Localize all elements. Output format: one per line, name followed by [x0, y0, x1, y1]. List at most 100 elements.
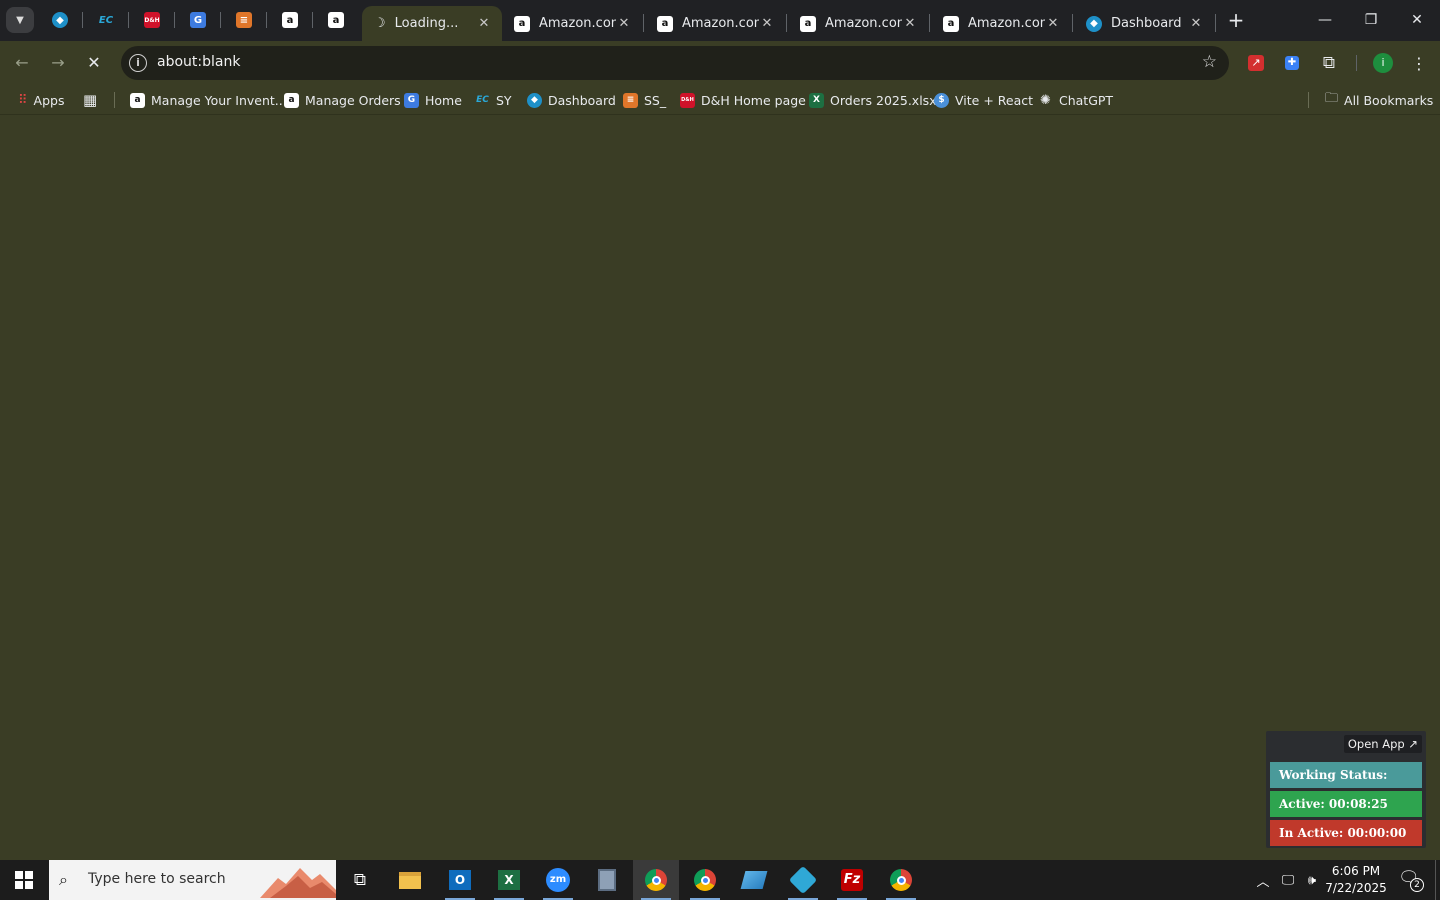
- pinned-tab-amazon[interactable]: a: [278, 8, 302, 32]
- close-icon[interactable]: ✕: [1045, 16, 1061, 31]
- zoom-button[interactable]: zm: [535, 860, 581, 900]
- excel-favicon: X: [809, 92, 824, 108]
- loading-spinner-icon: ☽: [374, 16, 386, 31]
- close-icon[interactable]: ✕: [476, 16, 492, 31]
- bookmark-dh-home[interactable]: D&H D&H Home page: [680, 91, 806, 109]
- chrome-button[interactable]: [633, 860, 679, 900]
- minimize-button[interactable]: —: [1310, 8, 1340, 32]
- taskbar-search-box[interactable]: ⌕ Type here to search: [49, 860, 336, 900]
- maps-button[interactable]: [731, 860, 777, 900]
- profile-avatar[interactable]: i: [1373, 53, 1393, 73]
- pinned-tab-google[interactable]: G: [186, 8, 210, 32]
- excel-button[interactable]: X: [486, 860, 532, 900]
- calculator-button[interactable]: [584, 860, 630, 900]
- outlook-button[interactable]: O: [437, 860, 483, 900]
- google-docs-favicon: G: [190, 12, 206, 28]
- dashboard-favicon: ◆: [527, 92, 542, 108]
- filezilla-button[interactable]: Fz: [829, 860, 875, 900]
- tab-amazon[interactable]: a Amazon.com ✕: [788, 6, 928, 41]
- tab-amazon[interactable]: a Amazon.com ✕: [645, 6, 785, 41]
- task-view-button[interactable]: ⧉: [337, 860, 383, 900]
- url-text[interactable]: about:blank: [157, 54, 240, 70]
- tab-amazon[interactable]: a Amazon.com ✕: [931, 6, 1071, 41]
- bookmark-manage-orders[interactable]: a Manage Orders: [284, 91, 401, 109]
- close-icon[interactable]: ✕: [759, 16, 775, 31]
- stack-favicon: ≡: [623, 92, 638, 108]
- tab-separator: [312, 12, 313, 28]
- chrome-second-button[interactable]: [682, 860, 728, 900]
- extension-arrow-icon[interactable]: ↗: [1246, 53, 1266, 73]
- bookmark-home[interactable]: G Home: [404, 91, 462, 109]
- pinned-tab-ec[interactable]: EC: [94, 8, 118, 32]
- pinned-tab-dh[interactable]: D&H: [140, 8, 164, 32]
- bookmark-tab-groups[interactable]: ▦: [83, 91, 97, 109]
- forward-button[interactable]: →: [46, 51, 70, 75]
- pinned-tab-amazon[interactable]: a: [324, 8, 348, 32]
- menu-icon[interactable]: ⋮: [1409, 53, 1429, 73]
- filezilla-icon: Fz: [841, 869, 863, 891]
- bookmark-star-icon[interactable]: ☆: [1202, 52, 1217, 72]
- close-window-button[interactable]: ✕: [1402, 8, 1432, 32]
- bookmark-apps[interactable]: ⠿ Apps: [18, 91, 64, 109]
- windows-taskbar: ⌕ Type here to search ⧉ O X zm Fz ︿ 🖵 🕪 …: [0, 860, 1440, 900]
- bookmarks-bar: ⠿ Apps ▦ a Manage Your Invent... a Manag…: [0, 85, 1440, 115]
- bookmark-all-bookmarks[interactable]: 🗀 All Bookmarks: [1325, 91, 1433, 109]
- tab-title: Amazon.com: [968, 16, 1045, 31]
- tab-loading[interactable]: ☽ Loading... ✕: [362, 6, 502, 41]
- clock-date: 7/22/2025: [1325, 881, 1387, 895]
- taskbar-clock[interactable]: 6:06 PM 7/22/2025: [1325, 863, 1387, 897]
- amazon-favicon: a: [130, 92, 145, 108]
- address-bar[interactable]: i about:blank ☆: [121, 46, 1229, 80]
- page-content-area[interactable]: [0, 116, 1440, 860]
- tab-amazon[interactable]: a Amazon.com ✕: [502, 6, 642, 41]
- pinned-tab-stack[interactable]: ≡: [232, 8, 256, 32]
- bookmark-sy[interactable]: EC SY: [475, 91, 512, 109]
- bookmark-label: Apps: [33, 92, 65, 108]
- vscode-button[interactable]: [780, 860, 826, 900]
- amazon-favicon: a: [800, 15, 816, 32]
- restore-button[interactable]: ❐: [1356, 8, 1386, 32]
- bookmark-manage-inventory[interactable]: a Manage Your Invent...: [130, 91, 287, 109]
- notification-center-button[interactable]: 🗨 2: [1396, 868, 1424, 892]
- tab-separator: [643, 14, 644, 32]
- close-icon[interactable]: ✕: [616, 16, 632, 31]
- close-icon[interactable]: ✕: [902, 16, 918, 31]
- dh-favicon: D&H: [680, 92, 695, 108]
- volume-button[interactable]: 🕪: [1301, 860, 1323, 900]
- calculator-icon: [598, 869, 616, 891]
- bookmark-label: D&H Home page: [701, 92, 806, 108]
- apps-grid-icon: ⠿: [18, 92, 28, 108]
- bookmark-chatgpt[interactable]: ✺ ChatGPT: [1038, 91, 1113, 109]
- network-icon: 🖵: [1281, 872, 1295, 888]
- chrome-profile-button[interactable]: [878, 860, 924, 900]
- amazon-favicon: a: [943, 15, 959, 32]
- bookmark-vite-react[interactable]: $ Vite + React: [934, 91, 1033, 109]
- stop-loading-button[interactable]: ✕: [82, 51, 106, 75]
- show-desktop-button[interactable]: [1435, 860, 1440, 900]
- pinned-tab-dashboard[interactable]: ◆: [48, 8, 72, 32]
- bookmark-orders-xlsx[interactable]: X Orders 2025.xlsx: [809, 91, 937, 109]
- bookmark-dashboard[interactable]: ◆ Dashboard: [527, 91, 616, 109]
- file-explorer-button[interactable]: [387, 860, 433, 900]
- dashboard-favicon: ◆: [52, 12, 68, 28]
- close-icon[interactable]: ✕: [1188, 16, 1204, 31]
- extension-puzzle-blue-icon[interactable]: ✚: [1282, 53, 1302, 73]
- file-explorer-icon: [399, 871, 421, 889]
- clock-time: 6:06 PM: [1331, 864, 1381, 878]
- bookmark-ss[interactable]: ≡ SS_: [623, 91, 666, 109]
- network-button[interactable]: 🖵: [1277, 860, 1299, 900]
- excel-icon: X: [498, 870, 520, 890]
- back-button[interactable]: ←: [10, 51, 34, 75]
- vite-favicon: $: [934, 92, 949, 108]
- tray-overflow-button[interactable]: ︿: [1253, 860, 1273, 900]
- tab-separator: [1072, 14, 1073, 32]
- tab-dashboard[interactable]: ◆ Dashboard ✕: [1074, 6, 1214, 41]
- tab-search-button[interactable]: ▼: [6, 7, 34, 33]
- browser-toolbar: ← → ✕ i about:blank ☆ ↗ ✚ ⧉ i ⋮: [0, 41, 1440, 85]
- open-app-button[interactable]: Open App ↗: [1343, 735, 1422, 753]
- new-tab-button[interactable]: +: [1225, 9, 1247, 31]
- extensions-icon[interactable]: ⧉: [1319, 53, 1339, 73]
- site-info-icon[interactable]: i: [129, 54, 147, 72]
- bookmark-label: SY: [496, 92, 512, 108]
- start-button[interactable]: [0, 860, 48, 900]
